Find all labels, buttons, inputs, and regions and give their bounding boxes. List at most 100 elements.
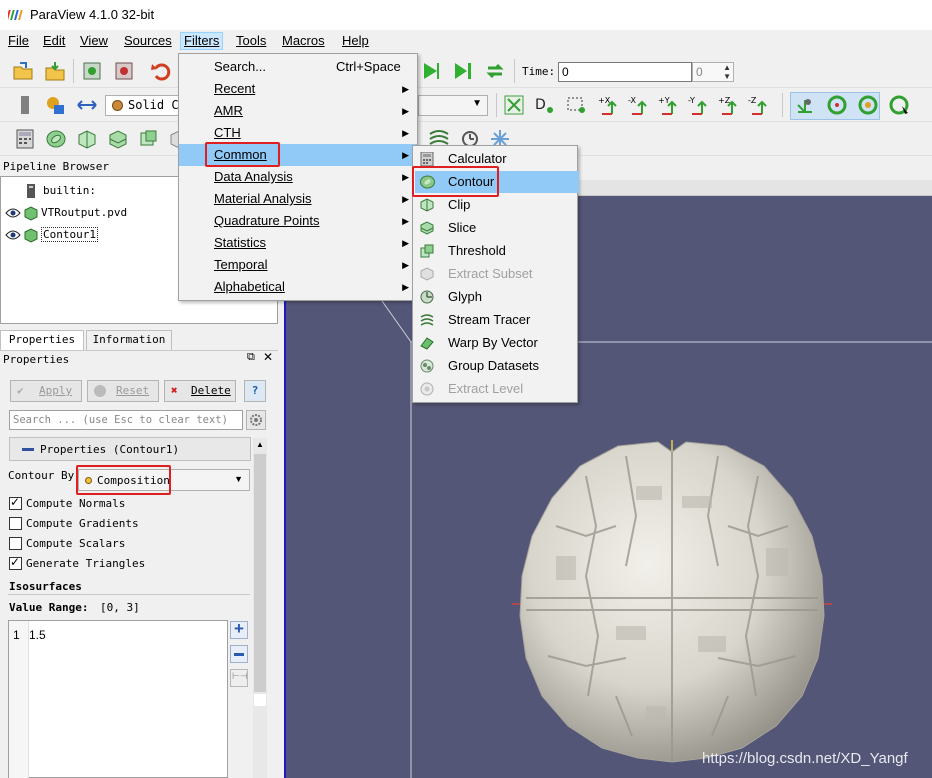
search-input[interactable]: Search ... (use Esc to clear text): [9, 410, 243, 430]
tab-properties[interactable]: Properties: [0, 330, 84, 350]
disconnect-icon[interactable]: [113, 60, 135, 82]
menu-item-data-analysis[interactable]: Data Analysis ▶: [179, 166, 417, 188]
submenu-arrow-icon: ▶: [402, 84, 409, 94]
menu-tools[interactable]: Tools: [233, 33, 269, 51]
toggle-color-legend-icon[interactable]: [14, 94, 36, 116]
submenu-arrow-icon: ▶: [402, 216, 409, 226]
generate-triangles-checkbox[interactable]: ✓: [9, 555, 22, 570]
generate-triangles-label: Generate Triangles: [26, 557, 146, 570]
menu-edit[interactable]: Edit: [40, 33, 68, 51]
delete-button[interactable]: ✖ Delete: [164, 380, 236, 402]
menu-macros[interactable]: Macros: [279, 33, 328, 51]
pipeline-item-builtin[interactable]: builtin:: [25, 181, 96, 201]
view-plus-x-icon[interactable]: +X: [598, 94, 620, 116]
add-value-button[interactable]: +: [230, 619, 248, 639]
menu-view[interactable]: View: [77, 33, 111, 51]
show-center-icon[interactable]: [826, 94, 848, 116]
menu-item-threshold[interactable]: Threshold: [413, 240, 577, 262]
loop-icon[interactable]: [484, 60, 506, 82]
menu-item-glyph[interactable]: Glyph: [413, 286, 577, 308]
menu-item-group-datasets[interactable]: Group Datasets: [413, 355, 577, 377]
slice-icon[interactable]: [107, 128, 129, 150]
apply-button[interactable]: ✔ Apply: [10, 380, 82, 402]
menu-item-slice[interactable]: Slice: [413, 217, 577, 239]
menu-item-search[interactable]: Search... Ctrl+Space: [179, 56, 417, 78]
menu-item-extract-level[interactable]: Extract Level: [413, 378, 577, 400]
view-minus-y-icon[interactable]: -Y: [688, 94, 710, 116]
undo-icon[interactable]: [150, 60, 172, 82]
scrollbar-thumb[interactable]: [254, 454, 266, 692]
menu-item-stream-tracer[interactable]: Stream Tracer: [413, 309, 577, 331]
zoom-box-icon[interactable]: [566, 94, 588, 116]
pipeline-item-vtroutput[interactable]: VTRoutput.pvd: [5, 203, 127, 223]
menu-item-warp-by-vector[interactable]: Warp By Vector: [413, 332, 577, 354]
visibility-eye-icon[interactable]: [5, 208, 21, 218]
chevron-down-icon: ▼: [472, 98, 482, 109]
title-bar: ParaView 4.1.0 32-bit: [0, 0, 932, 30]
menu-item-quadrature-points[interactable]: Quadrature Points ▶: [179, 210, 417, 232]
svg-text:+Y: +Y: [658, 96, 670, 105]
svg-text:-X: -X: [628, 96, 636, 105]
reset-center-icon[interactable]: [857, 94, 879, 116]
properties-section-header[interactable]: Properties (Contour1): [9, 437, 251, 461]
show-orientation-axes-icon[interactable]: [794, 94, 816, 116]
float-panel-icon[interactable]: ⧉: [247, 351, 255, 364]
menu-item-clip[interactable]: Clip: [413, 194, 577, 216]
annotation-highlight-contour: [412, 166, 499, 197]
save-state-icon[interactable]: [44, 60, 66, 82]
menu-item-material-analysis[interactable]: Material Analysis ▶: [179, 188, 417, 210]
menu-file[interactable]: File: [5, 33, 32, 51]
properties-scrollbar[interactable]: ▲: [253, 438, 267, 778]
menu-item-recent[interactable]: Recent ▶: [179, 78, 417, 100]
properties-title: Properties: [0, 350, 278, 368]
view-plus-y-icon[interactable]: +Y: [658, 94, 680, 116]
isosurfaces-table[interactable]: 1 1.5: [8, 620, 228, 778]
pipeline-item-contour1[interactable]: Contour1: [5, 225, 98, 245]
close-icon[interactable]: ✕: [263, 350, 273, 364]
view-minus-x-icon[interactable]: -X: [628, 94, 650, 116]
clip-icon[interactable]: [76, 128, 98, 150]
time-input[interactable]: 0: [558, 62, 692, 82]
menu-item-extract-subset[interactable]: Extract Subset: [413, 263, 577, 285]
menu-item-statistics[interactable]: Statistics ▶: [179, 232, 417, 254]
menu-item-cth[interactable]: CTH ▶: [179, 122, 417, 144]
compute-gradients-checkbox[interactable]: [9, 517, 22, 530]
time-step-spinbox[interactable]: 0 ▲ ▼: [692, 62, 734, 82]
representation-select[interactable]: Solid Col: [105, 95, 180, 116]
edit-colormap-icon[interactable]: [44, 94, 66, 116]
isosurface-value-cell[interactable]: 1.5: [29, 628, 46, 642]
zoom-to-data-icon[interactable]: D: [534, 94, 556, 116]
view-select[interactable]: ▼: [418, 95, 488, 116]
pick-center-icon[interactable]: [888, 94, 910, 116]
reset-button[interactable]: Reset: [87, 380, 159, 402]
submenu-arrow-icon: ▶: [402, 128, 409, 138]
tab-information[interactable]: Information: [86, 330, 172, 350]
menu-sources[interactable]: Sources: [121, 33, 175, 51]
clip-icon: [420, 198, 434, 212]
reset-camera-icon[interactable]: [503, 94, 525, 116]
open-folder-icon[interactable]: [12, 60, 34, 82]
last-frame-icon[interactable]: [452, 60, 474, 82]
menu-help[interactable]: Help: [339, 33, 372, 51]
compute-normals-checkbox[interactable]: ✓: [9, 495, 22, 510]
compute-scalars-checkbox[interactable]: [9, 537, 22, 550]
threshold-icon[interactable]: [138, 128, 160, 150]
view-minus-z-icon[interactable]: -Z: [748, 94, 770, 116]
toolbar-separator: [496, 93, 497, 117]
connect-icon[interactable]: [81, 60, 103, 82]
view-plus-z-icon[interactable]: +Z: [718, 94, 740, 116]
menu-item-temporal[interactable]: Temporal ▶: [179, 254, 417, 276]
play-icon[interactable]: [420, 60, 442, 82]
rescale-range-icon[interactable]: [76, 94, 98, 116]
calculator-icon[interactable]: [14, 128, 36, 150]
menu-filters[interactable]: Filters: [180, 32, 224, 50]
advanced-gear-icon[interactable]: [246, 410, 266, 430]
add-range-button[interactable]: ⊢⊣: [230, 669, 248, 687]
remove-value-button[interactable]: [230, 645, 248, 663]
scroll-up-icon[interactable]: ▲: [256, 440, 264, 449]
menu-item-alphabetical[interactable]: Alphabetical ▶: [179, 276, 417, 298]
help-button[interactable]: ?: [244, 380, 266, 402]
menu-item-amr[interactable]: AMR ▶: [179, 100, 417, 122]
visibility-eye-icon[interactable]: [5, 230, 21, 240]
contour-icon[interactable]: [45, 128, 67, 150]
